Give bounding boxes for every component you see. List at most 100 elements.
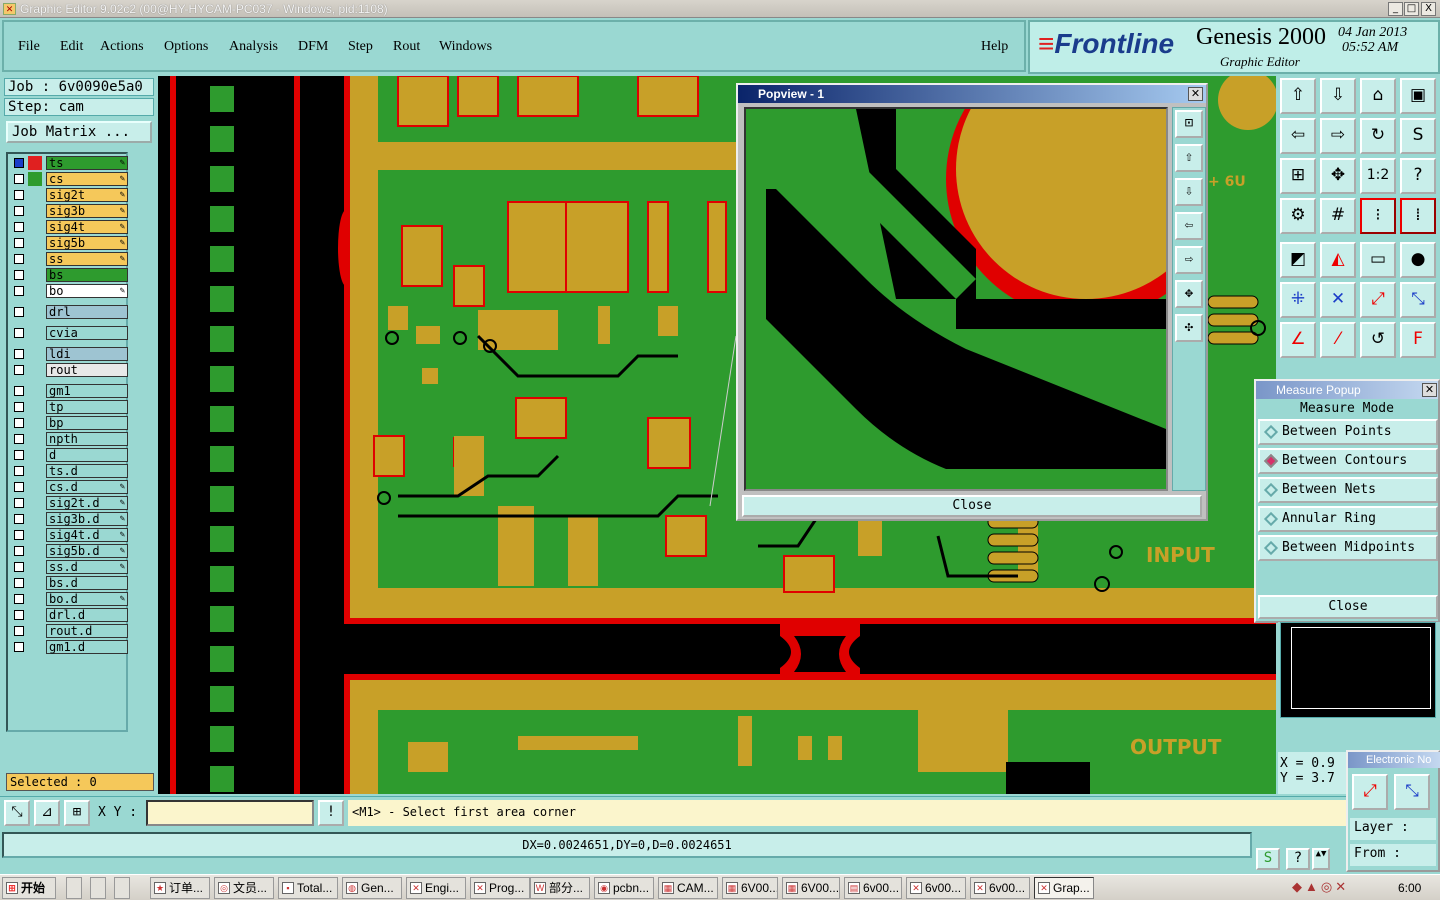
layer-row[interactable]: sig2t.d ✎ [10, 496, 128, 510]
help-icon[interactable]: ? [1400, 158, 1436, 194]
layer-row[interactable]: cs ✎ [10, 172, 128, 186]
snap-icon[interactable]: ⁝ [1360, 198, 1396, 234]
s-icon[interactable]: S [1256, 848, 1280, 870]
layer-checkbox[interactable] [14, 158, 24, 168]
layer-color-swatch[interactable] [28, 528, 42, 542]
layer-name[interactable]: sig2t ✎ [46, 188, 128, 202]
layer-name[interactable]: bp [46, 416, 128, 430]
layer-color-swatch[interactable] [28, 204, 42, 218]
layer-row[interactable]: sig3b.d ✎ [10, 512, 128, 526]
window-icon[interactable]: ▣ [1400, 78, 1436, 114]
overview-map[interactable] [1278, 622, 1440, 750]
layer-name[interactable]: npth [46, 432, 128, 446]
pv-pan-right-icon[interactable]: ⇨ [1175, 246, 1203, 274]
select-icon[interactable]: ◩ [1280, 242, 1316, 278]
layer-checkbox[interactable] [14, 594, 24, 604]
maximize-button[interactable]: □ [1404, 2, 1419, 16]
task-item[interactable]: ✕ Prog... [470, 877, 530, 899]
layer-color-swatch[interactable] [28, 464, 42, 478]
task-item[interactable]: ★ 订单... [150, 877, 210, 899]
layer-color-swatch[interactable] [28, 480, 42, 494]
layer-color-swatch[interactable] [28, 156, 42, 170]
pv-pan-left-icon[interactable]: ⇦ [1175, 212, 1203, 240]
layer-color-swatch[interactable] [28, 544, 42, 558]
arc-icon[interactable]: ↺ [1360, 322, 1396, 358]
layer-checkbox[interactable] [14, 254, 24, 264]
layer-name[interactable]: drl.d [46, 608, 128, 622]
layer-color-swatch[interactable] [28, 268, 42, 282]
quick-launch-app-icon[interactable] [114, 877, 130, 899]
layer-row[interactable]: rout [10, 363, 128, 377]
layer-name[interactable]: tp [46, 400, 128, 414]
layer-row[interactable]: sig4t ✎ [10, 220, 128, 234]
layer-color-swatch[interactable] [28, 496, 42, 510]
layer-color-swatch[interactable] [28, 608, 42, 622]
layer-color-swatch[interactable] [28, 347, 42, 361]
layer-name[interactable]: cs.d ✎ [46, 480, 128, 494]
pan-left-icon[interactable]: ⇦ [1280, 118, 1316, 154]
pv-home-icon[interactable]: ✣ [1175, 314, 1203, 342]
layer-checkbox[interactable] [14, 386, 24, 396]
pv-fit-icon[interactable]: ✥ [1175, 280, 1203, 308]
layer-row[interactable]: bs.d [10, 576, 128, 590]
menu-windows[interactable]: Windows [439, 39, 492, 55]
quick-launch-desktop-icon[interactable] [90, 877, 106, 899]
layer-name[interactable]: ss ✎ [46, 252, 128, 266]
task-item[interactable]: ▤ 6v00... [844, 877, 902, 899]
layer-row[interactable]: ts.d [10, 464, 128, 478]
layer-checkbox[interactable] [14, 466, 24, 476]
layer-color-swatch[interactable] [28, 252, 42, 266]
layer-color-swatch[interactable] [28, 188, 42, 202]
layer-row[interactable]: sig5b.d ✎ [10, 544, 128, 558]
layer-row[interactable]: sig3b ✎ [10, 204, 128, 218]
menu-actions[interactable]: Actions [100, 39, 144, 55]
layer-name[interactable]: bs [46, 268, 128, 282]
layer-color-swatch[interactable] [28, 448, 42, 462]
text-icon[interactable]: F [1400, 322, 1436, 358]
layer-checkbox[interactable] [14, 190, 24, 200]
layer-color-swatch[interactable] [28, 236, 42, 250]
layer-checkbox[interactable] [14, 642, 24, 652]
layer-row[interactable]: ss ✎ [10, 252, 128, 266]
layer-checkbox[interactable] [14, 626, 24, 636]
pad-icon[interactable]: ● [1400, 242, 1436, 278]
task-item[interactable]: ▦ 6V00... [722, 877, 778, 899]
start-button[interactable]: ⊞ 开始 [2, 877, 56, 899]
scroll-arrows-icon[interactable]: ▲▼ [1312, 848, 1330, 870]
menu-rout[interactable]: Rout [393, 39, 420, 55]
measure-close-button[interactable]: Close [1258, 595, 1438, 619]
layer-name[interactable]: cs ✎ [46, 172, 128, 186]
measure-tool-icon[interactable]: ⊿ [34, 800, 60, 826]
task-item-active[interactable]: ✕ Grap... [1034, 877, 1094, 899]
layer-name[interactable]: gm1.d [46, 640, 128, 654]
layer-color-swatch[interactable] [28, 284, 42, 298]
menu-options[interactable]: Options [164, 39, 208, 55]
layer-row[interactable]: bp [10, 416, 128, 430]
layer-checkbox[interactable] [14, 418, 24, 428]
layer-row[interactable]: cvia [10, 326, 128, 340]
redraw-icon[interactable]: S [1400, 118, 1436, 154]
angle-icon[interactable]: ∠ [1280, 322, 1316, 358]
job-matrix-button[interactable]: Job Matrix ... [6, 121, 152, 143]
layer-row[interactable]: gm1 [10, 384, 128, 398]
net-icon[interactable]: ⁜ [1280, 282, 1316, 318]
layer-checkbox[interactable] [14, 434, 24, 444]
xy-input[interactable] [146, 800, 314, 826]
layer-name[interactable]: ts.d [46, 464, 128, 478]
menu-step[interactable]: Step [348, 39, 373, 55]
task-item[interactable]: ✕ 6v00... [906, 877, 966, 899]
option-between-nets[interactable]: Between Nets [1258, 477, 1438, 503]
layer-name[interactable]: bs.d [46, 576, 128, 590]
layer-color-swatch[interactable] [28, 416, 42, 430]
task-item[interactable]: ◎ 文员... [214, 877, 274, 899]
task-item[interactable]: ◉ pcbn... [594, 877, 654, 899]
layer-color-swatch[interactable] [28, 363, 42, 377]
layer-row[interactable]: bo.d ✎ [10, 592, 128, 606]
option-between-contours[interactable]: Between Contours [1258, 448, 1438, 474]
rotate-icon[interactable]: ↻ [1360, 118, 1396, 154]
layer-row[interactable]: d [10, 448, 128, 462]
ruler-icon[interactable]: ▭ [1360, 242, 1396, 278]
layer-row[interactable]: cs.d ✎ [10, 480, 128, 494]
layer-name[interactable]: sig4t ✎ [46, 220, 128, 234]
task-item[interactable]: ▪ Total... [278, 877, 338, 899]
